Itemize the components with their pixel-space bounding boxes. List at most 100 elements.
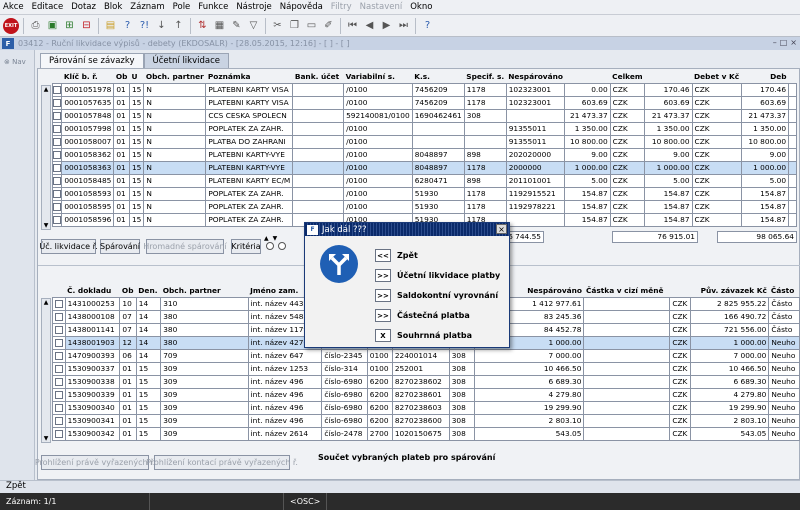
top_grid-cell[interactable]: PLATEBNI KARTY VISA <box>205 82 294 97</box>
top_grid-cell[interactable]: PLATEBNI KARTY VISA <box>205 95 294 110</box>
row-checkbox[interactable] <box>52 426 66 441</box>
bottom_grid-cell[interactable]: CZK <box>669 426 692 441</box>
top_grid-cell[interactable]: /0100 <box>343 95 413 110</box>
top_grid-cell[interactable]: 0001051978 <box>61 82 115 97</box>
top_grid-cell[interactable]: 603.69 <box>564 95 611 110</box>
tab-parovani[interactable]: Párování se závazky <box>40 53 144 69</box>
top_grid-cell[interactable]: 1178 <box>463 82 507 97</box>
paste-icon[interactable]: ▭ <box>304 18 319 34</box>
bottom_grid-cell[interactable]: 07 <box>119 309 137 324</box>
bottom_grid-cell[interactable]: 1020150675 <box>391 426 450 441</box>
bottom_grid-cell[interactable]: 309 <box>160 387 249 402</box>
top_grid-cell[interactable]: /0100 <box>343 186 413 201</box>
bottom_grid-cell[interactable]: int. název 496 <box>247 400 323 415</box>
top_grid-cell[interactable]: /0100 <box>343 160 413 175</box>
top_grid-cell[interactable]: 154.87 <box>740 186 790 201</box>
top_grid-cell[interactable]: 01 <box>113 95 130 110</box>
bottom_grid-cell[interactable] <box>583 426 671 441</box>
menu-item-5[interactable]: Pole <box>173 2 191 12</box>
bottom_grid-cell[interactable]: Neuho <box>768 413 800 428</box>
top_grid-cell[interactable]: 1178 <box>463 160 507 175</box>
bottom_grid-cell[interactable]: 310 <box>160 296 249 311</box>
bottom_grid-cell[interactable]: 6200 <box>366 387 393 402</box>
bottom_grid-cell[interactable]: 19 299.90 <box>473 400 585 415</box>
sparovani-button[interactable]: Spárování <box>100 239 140 254</box>
table-row[interactable]: 0001058485 01 15 N PLATEBNI KARTY EC/M/0100 6… <box>51 173 797 188</box>
bottom_grid-cell[interactable]: 15 <box>135 426 162 441</box>
bottom_grid-cell[interactable]: Neuho <box>768 426 800 441</box>
scroll-up-icon[interactable]: ▲ <box>42 299 50 306</box>
top_grid-header-11[interactable]: Celkem <box>610 71 644 83</box>
top_grid-cell[interactable]: 21 473.37 <box>564 108 611 123</box>
bottom_grid-header-2[interactable]: Den. <box>136 285 160 297</box>
top_grid-cell[interactable]: 2000000 <box>505 160 566 175</box>
bottom_grid-cell[interactable]: 1470900393 <box>64 348 121 363</box>
top_grid-cell[interactable]: N <box>143 147 207 162</box>
top_grid-cell[interactable]: PLATEBNI KARTY-VYE <box>205 160 294 175</box>
bottom_grid-cell[interactable] <box>583 374 671 389</box>
top_grid-cell[interactable] <box>292 186 345 201</box>
bottom_grid-cell[interactable]: 01 <box>119 361 137 376</box>
top_grid-cell[interactable]: 1178 <box>463 186 507 201</box>
bottom_grid-cell[interactable]: Neuho <box>768 400 800 415</box>
top_grid-cell[interactable] <box>292 160 345 175</box>
top_grid-cell[interactable] <box>292 121 345 136</box>
table-row[interactable]: 0001057998 01 15 N POPLATEK ZA ZAHR. /0100 913… <box>51 121 797 136</box>
top_grid-cell[interactable]: 1 350.00 <box>740 121 790 136</box>
top_grid-cell[interactable]: 15 <box>128 147 145 162</box>
bottom_grid-cell[interactable]: 380 <box>160 309 249 324</box>
bottom-grid-scrollbar[interactable]: ▲ ▼ <box>41 298 51 443</box>
top_grid-cell[interactable] <box>788 212 797 227</box>
sort-icon[interactable]: ⇅ <box>195 18 210 34</box>
bottom_grid-cell[interactable]: Neuho <box>768 361 800 376</box>
bottom_grid-cell[interactable]: 14 <box>135 335 162 350</box>
table-row[interactable]: 1530900338 01 15 309 int. název 496 číslo-698… <box>52 374 800 389</box>
bottom_grid-cell[interactable]: int. název 496 <box>247 413 323 428</box>
bottom_grid-cell[interactable]: 15 <box>135 400 162 415</box>
top_grid-cell[interactable] <box>411 134 465 149</box>
tool-icon[interactable]: ✎ <box>229 18 244 34</box>
top_grid-cell[interactable]: 102323001 <box>505 82 566 97</box>
top_grid-cell[interactable]: N <box>143 82 207 97</box>
bottom_grid-cell[interactable]: 10 466.50 <box>690 361 770 376</box>
radio-asc[interactable] <box>266 242 274 250</box>
bottom_grid-cell[interactable]: 0100 <box>366 361 393 376</box>
top_grid-header-9[interactable]: Nespárováno <box>506 71 565 83</box>
last-record-icon[interactable]: ⏭ <box>396 18 411 34</box>
row-checkbox[interactable] <box>51 160 63 175</box>
top_grid-cell[interactable]: N <box>143 173 207 188</box>
bottom_grid-cell[interactable]: 543.05 <box>690 426 770 441</box>
top_grid-header-14[interactable]: Deb <box>741 71 788 83</box>
bottom_grid-cell[interactable]: CZK <box>669 322 692 337</box>
top_grid-cell[interactable]: 15 <box>128 173 145 188</box>
bottom_grid-header-12[interactable]: Pův. závazek Kč <box>691 285 769 297</box>
table-row[interactable]: 1530900339 01 15 309 int. název 496 číslo-698… <box>52 387 800 402</box>
bottom_grid-cell[interactable]: CZK <box>669 413 692 428</box>
top_grid-cell[interactable]: 170.46 <box>644 82 693 97</box>
top_grid-cell[interactable]: N <box>143 108 207 123</box>
minimize-icon[interactable]: – <box>773 38 777 47</box>
bottom_grid-cell[interactable]: CZK <box>669 400 692 415</box>
menu-item-3[interactable]: Blok <box>104 2 122 12</box>
bottom_grid-cell[interactable]: int. název 496 <box>247 374 323 389</box>
top_grid-cell[interactable]: 01 <box>113 121 130 136</box>
top_grid-cell[interactable]: 01 <box>113 186 130 201</box>
top-grid-scrollbar[interactable]: ▲ ▼ <box>41 85 51 230</box>
top_grid-cell[interactable]: CZK <box>609 186 646 201</box>
dialog-option-0-button[interactable]: << <box>375 249 391 262</box>
row-checkbox[interactable] <box>52 322 66 337</box>
bottom_grid-cell[interactable]: 308 <box>448 387 475 402</box>
top_grid-header-5[interactable]: Bank. účet <box>293 71 344 83</box>
row-checkbox[interactable] <box>52 361 66 376</box>
top_grid-cell[interactable] <box>292 108 345 123</box>
top_grid-cell[interactable]: CZK <box>609 173 646 188</box>
bottom_grid-cell[interactable]: Částo <box>768 322 800 337</box>
sort-direction-radios[interactable]: ▲▼ <box>264 235 304 252</box>
table-row[interactable]: 1530900337 01 15 309 int. název 1253 číslo-31… <box>52 361 800 376</box>
filter-icon[interactable]: ▽ <box>246 18 261 34</box>
top_grid-cell[interactable]: 0001058485 <box>61 173 115 188</box>
top_grid-cell[interactable]: 9.00 <box>564 147 611 162</box>
top_grid-cell[interactable]: CZK <box>691 108 742 123</box>
bottom_grid-header-10[interactable]: Částka v cizí měně <box>584 285 670 297</box>
bottom_grid-cell[interactable]: 7 000.00 <box>473 348 585 363</box>
